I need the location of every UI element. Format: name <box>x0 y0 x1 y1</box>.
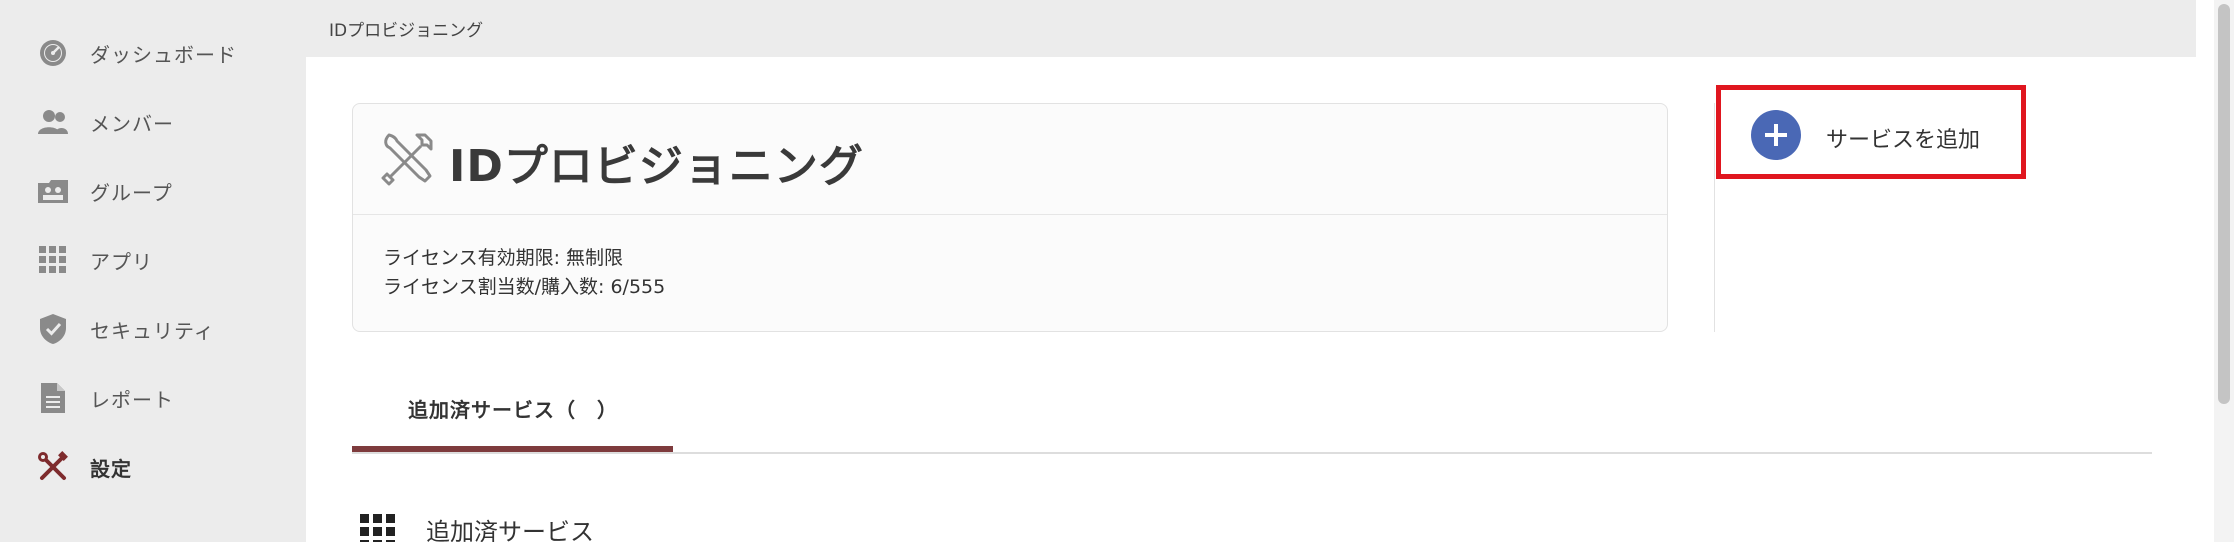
info-card: IDプロビジョニング ライセンス有効期限: 無制限 ライセンス割当数/購入数: … <box>352 103 1668 332</box>
sidebar-item-label: メンバー <box>90 111 174 136</box>
add-service-button[interactable]: サービスを追加 <box>1716 85 2026 179</box>
breadcrumb-bar: IDプロビジョニング <box>306 0 2196 57</box>
sidebar-item-reports[interactable]: レポート <box>0 368 306 428</box>
grid-icon <box>360 514 396 542</box>
license-info: ライセンス有効期限: 無制限 ライセンス割当数/購入数: 6/555 <box>383 244 665 302</box>
tools-icon <box>381 132 435 190</box>
side-divider <box>1714 103 1715 332</box>
tabs-baseline <box>352 452 2152 454</box>
sidebar: ダッシュボード メンバー グループ アプリ セキュリティ レポート 設定 <box>0 0 306 542</box>
sidebar-item-label: 設定 <box>90 456 132 481</box>
vertical-scrollbar[interactable] <box>2214 0 2234 542</box>
section-title: 追加済サービス <box>426 518 594 542</box>
add-service-label: サービスを追加 <box>1826 128 1981 153</box>
sidebar-item-apps[interactable]: アプリ <box>0 230 306 290</box>
scrollbar-thumb[interactable] <box>2218 4 2230 404</box>
license-expiry: ライセンス有効期限: 無制限 <box>383 247 624 269</box>
tab-label: 追加済サービス（ ） <box>408 398 618 422</box>
sidebar-item-security[interactable]: セキュリティ <box>0 299 306 359</box>
settings-tools-icon <box>36 450 70 484</box>
report-document-icon <box>36 381 70 415</box>
sidebar-item-members[interactable]: メンバー <box>0 92 306 152</box>
license-count: ライセンス割当数/購入数: 6/555 <box>383 276 666 298</box>
plus-circle-icon <box>1751 110 1801 160</box>
apps-grid-icon <box>36 243 70 277</box>
breadcrumb: IDプロビジョニング <box>329 21 484 41</box>
sidebar-item-settings[interactable]: 設定 <box>0 437 306 497</box>
sidebar-item-label: レポート <box>90 387 174 412</box>
members-icon <box>36 105 70 139</box>
dashboard-gauge-icon <box>36 36 70 70</box>
card-header: IDプロビジョニング <box>353 104 1667 215</box>
sidebar-item-label: ダッシュボード <box>90 42 237 67</box>
tab-added-services[interactable]: 追加済サービス（ ） <box>352 378 673 454</box>
app-root: ダッシュボード メンバー グループ アプリ セキュリティ レポート 設定 IDプ… <box>0 0 2234 542</box>
sidebar-item-label: グループ <box>90 180 173 205</box>
shield-check-icon <box>36 312 70 346</box>
page-title: IDプロビジョニング <box>449 141 864 192</box>
sidebar-item-label: アプリ <box>90 249 153 274</box>
main-content: IDプロビジョニング IDプロビジョニング ライセンス有効期限: 無制限 ライセ… <box>306 0 2196 542</box>
sidebar-item-label: セキュリティ <box>90 318 215 343</box>
sidebar-item-dashboard[interactable]: ダッシュボード <box>0 23 306 83</box>
sidebar-item-groups[interactable]: グループ <box>0 161 306 221</box>
group-icon <box>36 174 70 208</box>
